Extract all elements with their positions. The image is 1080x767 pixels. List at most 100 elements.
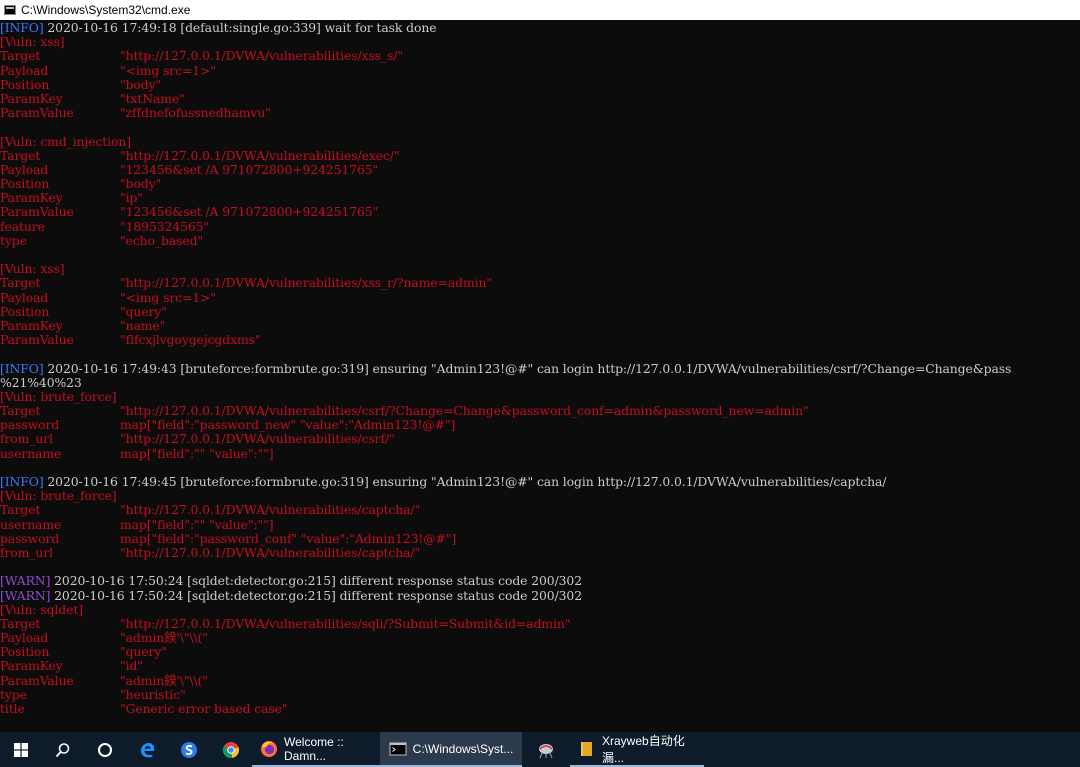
vuln-field-key: password: [0, 417, 60, 433]
vuln-field-key: ParamKey: [0, 658, 63, 674]
vuln-field-value: "<img src=1>": [120, 289, 216, 305]
taskbar-chrome[interactable]: [210, 732, 252, 767]
vuln-field-value: "body": [120, 176, 162, 192]
vuln-field-key: ParamKey: [0, 90, 63, 106]
vuln-header: [Vuln: sqldet]: [0, 601, 83, 617]
vuln-field-value: "<img src=1>": [120, 62, 216, 78]
vuln-field-value: "http://127.0.0.1/DVWA/vulnerabilities/e…: [120, 147, 400, 163]
search-icon: [55, 742, 70, 757]
vuln-field-key: ParamValue: [0, 105, 74, 121]
console-line: [WARN] 2020-10-16 17:50:24 [sqldet:detec…: [0, 587, 1080, 603]
taskbar-cmd[interactable]: C:\Windows\Syst...: [380, 732, 522, 767]
vuln-field-value: map["field":"password_new" "value":"Admi…: [120, 417, 456, 433]
vuln-field-value: "http://127.0.0.1/DVWA/vulnerabilities/c…: [120, 502, 421, 518]
vuln-header: [Vuln: brute_force]: [0, 388, 117, 404]
console-line: ParamValue "123456&set /A 971072800+92425…: [0, 205, 1080, 219]
taskbar-spider-tool[interactable]: [522, 732, 570, 767]
vuln-field-value: "id": [120, 658, 143, 674]
console-line: Target "http://127.0.0.1/DVWA/vulnerabili…: [0, 503, 1080, 517]
vuln-field-key: type: [0, 686, 27, 702]
vuln-field-key: username: [0, 445, 62, 461]
console-line: ParamKey "name": [0, 318, 1080, 333]
console-line: Position "query": [0, 645, 1080, 659]
spider-tool-icon: [539, 743, 553, 758]
vuln-field-key: Position: [0, 644, 50, 660]
start-button[interactable]: [0, 732, 42, 767]
vuln-field-value: "zffdnefofussnedhamvu": [120, 105, 271, 121]
console-output[interactable]: [INFO] 2020-10-16 17:49:18 [default:sing…: [0, 21, 1080, 732]
console-line: Payload "123456&set /A 971072800+92425176…: [0, 161, 1080, 177]
console-line: username map["field":"" "value":""]: [0, 516, 1080, 532]
console-line: [INFO] 2020-10-16 17:49:45 [bruteforce:f…: [0, 474, 1080, 489]
taskbar-edge[interactable]: [126, 732, 168, 767]
console-line: Target "http://127.0.0.1/DVWA/vulnerabili…: [0, 49, 1080, 63]
taskbar-sogou[interactable]: [168, 732, 210, 767]
log-level-info: [INFO]: [0, 474, 44, 489]
log-text: 2020-10-16 17:50:24 [sqldet:detector.go:…: [50, 573, 582, 589]
window-title-bar[interactable]: C:\Windows\System32\cmd.exe: [0, 0, 1080, 20]
log-level-warn: [WARN]: [0, 573, 51, 589]
console-line: Target "http://127.0.0.1/DVWA/vulnerabili…: [0, 616, 1080, 631]
vuln-field-value: map["field":"" "value":""]: [120, 445, 274, 461]
windows-logo-icon: [14, 742, 28, 757]
console-line: ParamValue "flfcxjlvgoygejcgdxms": [0, 332, 1080, 348]
vuln-header: [Vuln: brute_force]: [0, 488, 117, 504]
vuln-header: [Vuln: cmd_injection]: [0, 133, 132, 149]
vuln-field-key: Target: [0, 502, 41, 518]
console-line: Target "http://127.0.0.1/DVWA/vulnerabili…: [0, 276, 1080, 290]
console-line: title "Generic error based case": [0, 701, 1080, 716]
vuln-field-value: "http://127.0.0.1/DVWA/vulnerabilities/c…: [120, 544, 421, 560]
chrome-icon: [222, 741, 239, 758]
vuln-field-value: "query": [120, 303, 167, 319]
vuln-field-key: from_url: [0, 544, 53, 560]
vuln-field-key: Payload: [0, 289, 49, 305]
vuln-field-key: Target: [0, 275, 41, 291]
vuln-field-value: "123456&set /A 971072800+924251765": [120, 204, 379, 220]
console-line: Position "body": [0, 176, 1080, 192]
task-view-button[interactable]: [84, 732, 126, 767]
console-line: [Vuln: xss]: [0, 262, 1080, 276]
log-text: 2020-10-16 17:49:43 [bruteforce:formbrut…: [43, 360, 1012, 376]
taskbar-firefox[interactable]: Welcome :: Damn...: [252, 732, 380, 767]
console-line: from_url "http://127.0.0.1/DVWA/vulnerabi…: [0, 432, 1080, 446]
edge-icon: [140, 742, 155, 757]
taskbar-folder[interactable]: Xrayweb自动化漏...: [570, 732, 704, 767]
console-line: [Vuln: brute_force]: [0, 388, 1080, 404]
vuln-field-key: type: [0, 232, 27, 248]
vuln-field-value: "http://127.0.0.1/DVWA/vulnerabilities/x…: [120, 48, 404, 64]
vuln-field-value: "http://127.0.0.1/DVWA/vulnerabilities/x…: [120, 275, 492, 291]
vuln-field-value: "http://127.0.0.1/DVWA/vulnerabilities/c…: [120, 403, 809, 419]
taskbar-folder-label: Xrayweb自动化漏...: [602, 733, 685, 765]
console-line: [Vuln: xss]: [0, 35, 1080, 49]
cmd-app-icon: [4, 5, 16, 15]
vuln-field-value: "Generic error based case": [120, 701, 288, 716]
console-line: Position "body": [0, 77, 1080, 92]
vuln-field-key: Target: [0, 48, 41, 64]
vuln-field-key: Target: [0, 147, 41, 163]
console-line: [Vuln: cmd_injection]: [0, 133, 1080, 149]
console-line: username map["field":"" "value":""]: [0, 445, 1080, 461]
search-button[interactable]: [42, 732, 84, 767]
vuln-field-key: Target: [0, 403, 41, 419]
vuln-field-value: map["field":"" "value":""]: [120, 516, 274, 532]
vuln-field-value: "123456&set /A 971072800+924251765": [120, 161, 379, 177]
vuln-field-value: "heuristic": [120, 686, 186, 702]
vuln-field-value: "query": [120, 644, 167, 660]
vuln-field-value: "http://127.0.0.1/DVWA/vulnerabilities/c…: [120, 431, 395, 447]
console-line: ParamKey "id": [0, 659, 1080, 673]
console-line: ParamValue "admin鍨'\"\\(": [0, 672, 1080, 688]
vuln-field-key: password: [0, 530, 60, 546]
vuln-field-key: ParamValue: [0, 332, 74, 348]
vuln-field-key: ParamValue: [0, 672, 74, 688]
vuln-field-value: map["field":"password_conf" "value":"Adm…: [120, 530, 457, 546]
console-line: Target "http://127.0.0.1/DVWA/vulnerabili…: [0, 403, 1080, 419]
log-text: 2020-10-16 17:50:24 [sqldet:detector.go:…: [50, 587, 582, 603]
console-line: Position "query": [0, 303, 1080, 319]
vuln-field-key: feature: [0, 218, 45, 234]
vuln-field-value: "echo_based": [120, 232, 204, 248]
console-line: password map["field":"password_conf" "val…: [0, 530, 1080, 546]
vuln-field-key: Position: [0, 303, 50, 319]
